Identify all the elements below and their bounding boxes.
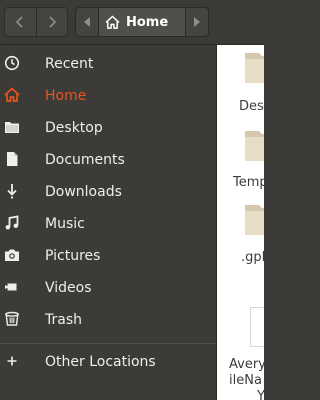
sidebar-item-label: Documents (45, 152, 125, 168)
trash-icon (4, 311, 20, 327)
home-icon (4, 87, 20, 103)
folder-icon (245, 205, 264, 235)
file-name-line-2: ileNa (229, 373, 262, 388)
sidebar-item-desktop[interactable]: Desktop (0, 111, 216, 143)
sidebar-item-label: Home (45, 88, 87, 104)
navigation-buttons (4, 7, 68, 37)
plus-icon (4, 353, 20, 369)
sidebar-divider (0, 343, 216, 344)
sidebar-item-documents[interactable]: Documents (0, 143, 216, 175)
path-scroll-left-button[interactable] (76, 8, 99, 36)
folder-icon (4, 119, 20, 135)
file-name-line-3: Y (257, 389, 264, 400)
sidebar-item-label: Music (45, 216, 85, 232)
back-button[interactable] (5, 8, 36, 36)
video-camera-icon (4, 279, 20, 295)
sidebar-item-label: Trash (45, 312, 82, 328)
sidebar-item-downloads[interactable]: Downloads (0, 175, 216, 207)
download-icon (4, 183, 20, 199)
current-location-label: Home (126, 14, 169, 30)
file-name: Desk (239, 99, 264, 114)
path-bar: Home (75, 7, 209, 37)
folder-icon (245, 53, 264, 83)
home-icon (105, 15, 120, 29)
file-name: Avery (229, 357, 264, 372)
sidebar-item-label: Downloads (45, 184, 122, 200)
path-scroll-left-icon (84, 17, 90, 27)
sidebar-item-recent[interactable]: Recent (0, 47, 216, 79)
sidebar-item-music[interactable]: Music (0, 207, 216, 239)
sidebar-item-label: Recent (45, 56, 94, 72)
forward-button[interactable] (35, 8, 68, 36)
sidebar-item-pictures[interactable]: Pictures (0, 239, 216, 271)
sidebar-item-other-locations[interactable]: Other Locations (0, 345, 216, 377)
music-note-icon (4, 215, 20, 231)
document-icon (250, 307, 264, 347)
folder-icon (245, 131, 264, 161)
chevron-left-icon (16, 16, 23, 28)
path-scroll-right-button[interactable] (185, 8, 208, 36)
sidebar-item-home[interactable]: Home (0, 79, 216, 111)
sidebar-item-label: Pictures (45, 248, 101, 264)
file-name: .gpl (241, 250, 264, 265)
sidebar-item-videos[interactable]: Videos (0, 271, 216, 303)
sidebar-item-trash[interactable]: Trash (0, 303, 216, 335)
file-name: Templ (233, 175, 264, 190)
path-crumb-home[interactable]: Home (99, 8, 185, 36)
header-bar: Home (0, 0, 264, 45)
path-scroll-right-icon (194, 17, 200, 27)
chevron-right-icon (49, 16, 56, 28)
document-icon (4, 151, 20, 167)
clock-icon (4, 55, 20, 71)
camera-icon (4, 247, 20, 263)
file-view: Desk Templ .gpl Avery ileNa Y (217, 45, 264, 400)
places-sidebar: Recent Home Desktop Documents Downloads (0, 45, 216, 400)
sidebar-item-label: Videos (45, 280, 92, 296)
sidebar-item-label: Other Locations (45, 354, 156, 370)
sidebar-item-label: Desktop (45, 120, 103, 136)
